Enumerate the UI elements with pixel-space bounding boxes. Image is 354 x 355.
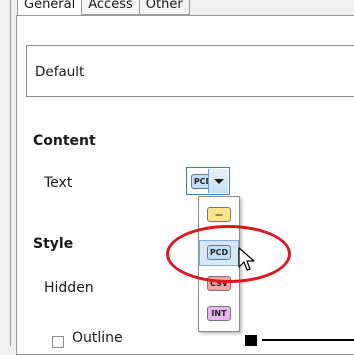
name-field[interactable]: Default bbox=[26, 45, 354, 97]
outline-checkbox[interactable] bbox=[52, 336, 64, 348]
tab-access[interactable]: Access bbox=[81, 0, 140, 15]
text-label: Text bbox=[44, 175, 73, 191]
badge-dropdown-list: — PCD CSV INT bbox=[198, 196, 240, 332]
window-edge-line bbox=[10, 0, 11, 346]
dropdown-option-blank[interactable]: — bbox=[199, 202, 239, 228]
blank-badge-icon: — bbox=[207, 207, 231, 222]
dropdown-option-int[interactable]: INT bbox=[199, 301, 239, 327]
chevron-down-icon bbox=[214, 179, 224, 184]
outline-label: Outline bbox=[72, 330, 123, 346]
style-section-header: Style bbox=[33, 236, 74, 252]
combo-dropdown-button[interactable] bbox=[208, 169, 228, 193]
mouse-cursor-icon bbox=[238, 247, 255, 271]
outline-color-swatch[interactable] bbox=[245, 335, 257, 346]
int-badge-icon: INT bbox=[207, 306, 231, 321]
tab-other[interactable]: Other bbox=[138, 0, 190, 15]
tab-general[interactable]: General bbox=[17, 0, 83, 16]
dropdown-option-csv[interactable]: CSV bbox=[199, 271, 239, 297]
pcd-badge-icon: PCD bbox=[207, 245, 231, 260]
hidden-label: Hidden bbox=[44, 280, 94, 296]
dropdown-option-pcd[interactable]: PCD bbox=[199, 240, 239, 266]
tab-strip: General Access Other bbox=[17, 0, 190, 16]
content-section-header: Content bbox=[33, 133, 96, 149]
outline-line-preview bbox=[262, 339, 354, 341]
csv-badge-icon: CSV bbox=[207, 276, 231, 291]
